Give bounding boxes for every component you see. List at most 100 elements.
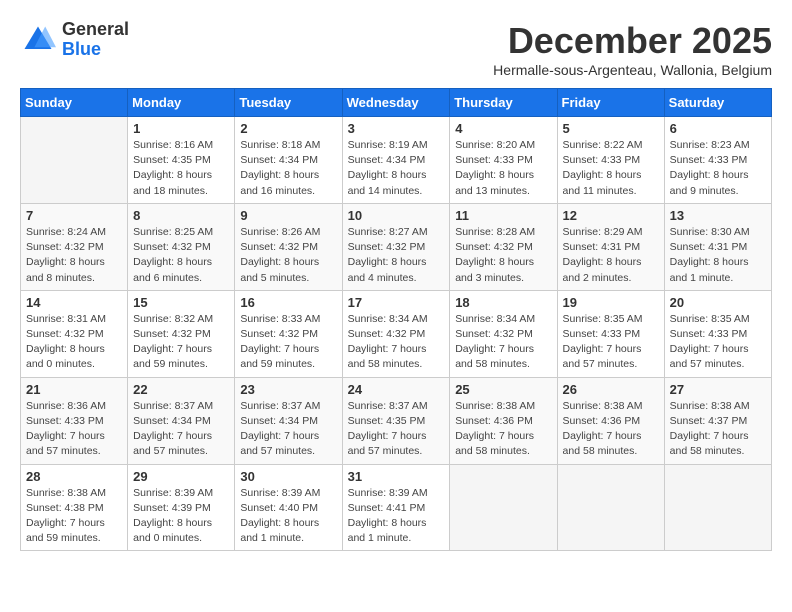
weekday-header-sunday: Sunday [21, 89, 128, 117]
day-number: 30 [240, 469, 336, 484]
calendar-cell: 6 Sunrise: 8:23 AMSunset: 4:33 PMDaylight… [664, 117, 771, 204]
calendar-cell: 17 Sunrise: 8:34 AMSunset: 4:32 PMDayligh… [342, 290, 450, 377]
day-info: Sunrise: 8:22 AMSunset: 4:33 PMDaylight:… [563, 138, 659, 199]
day-number: 6 [670, 121, 766, 136]
logo-general-text: General [62, 20, 129, 40]
calendar-cell: 2Sunrise: 8:18 AMSunset: 4:34 PMDaylight… [235, 117, 342, 204]
calendar-cell: 21 Sunrise: 8:36 AMSunset: 4:33 PMDayligh… [21, 377, 128, 464]
day-info: Sunrise: 8:39 AMSunset: 4:40 PMDaylight:… [240, 486, 336, 547]
calendar-cell: 3 Sunrise: 8:19 AMSunset: 4:34 PMDaylight… [342, 117, 450, 204]
weekday-header-thursday: Thursday [450, 89, 557, 117]
day-number: 31 [348, 469, 445, 484]
day-info: Sunrise: 8:36 AMSunset: 4:33 PMDaylight:… [26, 399, 122, 460]
day-number: 24 [348, 382, 445, 397]
day-number: 21 [26, 382, 122, 397]
calendar-week-4: 21 Sunrise: 8:36 AMSunset: 4:33 PMDayligh… [21, 377, 772, 464]
day-number: 7 [26, 208, 122, 223]
day-number: 25 [455, 382, 551, 397]
day-info: Sunrise: 8:25 AMSunset: 4:32 PMDaylight:… [133, 225, 229, 286]
day-number: 22 [133, 382, 229, 397]
weekday-header-friday: Friday [557, 89, 664, 117]
day-number: 4 [455, 121, 551, 136]
weekday-header-wednesday: Wednesday [342, 89, 450, 117]
calendar-cell: 15Sunrise: 8:32 AMSunset: 4:32 PMDayligh… [128, 290, 235, 377]
calendar-cell: 13Sunrise: 8:30 AMSunset: 4:31 PMDayligh… [664, 203, 771, 290]
logo-icon [20, 22, 56, 58]
calendar-cell: 12Sunrise: 8:29 AMSunset: 4:31 PMDayligh… [557, 203, 664, 290]
day-number: 3 [348, 121, 445, 136]
weekday-header-saturday: Saturday [664, 89, 771, 117]
month-title: December 2025 [493, 20, 772, 62]
calendar-cell: 19Sunrise: 8:35 AMSunset: 4:33 PMDayligh… [557, 290, 664, 377]
calendar-cell [664, 464, 771, 551]
calendar-week-5: 28 Sunrise: 8:38 AMSunset: 4:38 PMDayligh… [21, 464, 772, 551]
logo-text: General Blue [62, 20, 129, 60]
calendar-header: SundayMondayTuesdayWednesdayThursdayFrid… [21, 89, 772, 117]
calendar-cell: 7 Sunrise: 8:24 AMSunset: 4:32 PMDaylight… [21, 203, 128, 290]
day-number: 16 [240, 295, 336, 310]
day-info: Sunrise: 8:37 AMSunset: 4:34 PMDaylight:… [133, 399, 229, 460]
calendar-cell: 9 Sunrise: 8:26 AMSunset: 4:32 PMDaylight… [235, 203, 342, 290]
day-info: Sunrise: 8:33 AMSunset: 4:32 PMDaylight:… [240, 312, 336, 373]
day-info: Sunrise: 8:30 AMSunset: 4:31 PMDaylight:… [670, 225, 766, 286]
day-number: 9 [240, 208, 336, 223]
day-info: Sunrise: 8:27 AMSunset: 4:32 PMDaylight:… [348, 225, 445, 286]
day-number: 1 [133, 121, 229, 136]
calendar-cell: 1 Sunrise: 8:16 AMSunset: 4:35 PMDaylight… [128, 117, 235, 204]
day-number: 5 [563, 121, 659, 136]
calendar-cell: 28 Sunrise: 8:38 AMSunset: 4:38 PMDayligh… [21, 464, 128, 551]
weekday-header-monday: Monday [128, 89, 235, 117]
day-number: 20 [670, 295, 766, 310]
calendar-cell: 22 Sunrise: 8:37 AMSunset: 4:34 PMDayligh… [128, 377, 235, 464]
calendar-cell: 23Sunrise: 8:37 AMSunset: 4:34 PMDayligh… [235, 377, 342, 464]
day-info: Sunrise: 8:34 AMSunset: 4:32 PMDaylight:… [455, 312, 551, 373]
day-info: Sunrise: 8:23 AMSunset: 4:33 PMDaylight:… [670, 138, 766, 199]
calendar-week-3: 14 Sunrise: 8:31 AMSunset: 4:32 PMDayligh… [21, 290, 772, 377]
calendar-cell: 14 Sunrise: 8:31 AMSunset: 4:32 PMDayligh… [21, 290, 128, 377]
calendar-cell: 18 Sunrise: 8:34 AMSunset: 4:32 PMDayligh… [450, 290, 557, 377]
day-number: 11 [455, 208, 551, 223]
day-info: Sunrise: 8:38 AMSunset: 4:36 PMDaylight:… [563, 399, 659, 460]
location-subtitle: Hermalle-sous-Argenteau, Wallonia, Belgi… [493, 62, 772, 78]
calendar-cell [557, 464, 664, 551]
day-number: 18 [455, 295, 551, 310]
day-info: Sunrise: 8:38 AMSunset: 4:38 PMDaylight:… [26, 486, 122, 547]
calendar-cell: 20 Sunrise: 8:35 AMSunset: 4:33 PMDayligh… [664, 290, 771, 377]
day-info: Sunrise: 8:26 AMSunset: 4:32 PMDaylight:… [240, 225, 336, 286]
calendar-cell: 11 Sunrise: 8:28 AMSunset: 4:32 PMDayligh… [450, 203, 557, 290]
day-info: Sunrise: 8:35 AMSunset: 4:33 PMDaylight:… [563, 312, 659, 373]
calendar-cell: 29 Sunrise: 8:39 AMSunset: 4:39 PMDayligh… [128, 464, 235, 551]
calendar-cell: 30 Sunrise: 8:39 AMSunset: 4:40 PMDayligh… [235, 464, 342, 551]
day-info: Sunrise: 8:39 AMSunset: 4:39 PMDaylight:… [133, 486, 229, 547]
day-number: 28 [26, 469, 122, 484]
calendar-cell: 26 Sunrise: 8:38 AMSunset: 4:36 PMDayligh… [557, 377, 664, 464]
calendar-body: 1 Sunrise: 8:16 AMSunset: 4:35 PMDaylight… [21, 117, 772, 551]
day-info: Sunrise: 8:20 AMSunset: 4:33 PMDaylight:… [455, 138, 551, 199]
day-number: 29 [133, 469, 229, 484]
day-number: 23 [240, 382, 336, 397]
day-info: Sunrise: 8:38 AMSunset: 4:36 PMDaylight:… [455, 399, 551, 460]
day-number: 14 [26, 295, 122, 310]
calendar-cell: 4 Sunrise: 8:20 AMSunset: 4:33 PMDaylight… [450, 117, 557, 204]
day-number: 8 [133, 208, 229, 223]
calendar-cell: 31Sunrise: 8:39 AMSunset: 4:41 PMDayligh… [342, 464, 450, 551]
day-number: 17 [348, 295, 445, 310]
weekday-row: SundayMondayTuesdayWednesdayThursdayFrid… [21, 89, 772, 117]
day-number: 27 [670, 382, 766, 397]
page-header: General Blue December 2025 Hermalle-sous… [20, 20, 772, 78]
calendar-cell: 10Sunrise: 8:27 AMSunset: 4:32 PMDayligh… [342, 203, 450, 290]
title-block: December 2025 Hermalle-sous-Argenteau, W… [493, 20, 772, 78]
day-info: Sunrise: 8:31 AMSunset: 4:32 PMDaylight:… [26, 312, 122, 373]
day-info: Sunrise: 8:28 AMSunset: 4:32 PMDaylight:… [455, 225, 551, 286]
day-number: 15 [133, 295, 229, 310]
calendar-cell: 24 Sunrise: 8:37 AMSunset: 4:35 PMDayligh… [342, 377, 450, 464]
day-info: Sunrise: 8:37 AMSunset: 4:35 PMDaylight:… [348, 399, 445, 460]
calendar-cell [450, 464, 557, 551]
day-info: Sunrise: 8:24 AMSunset: 4:32 PMDaylight:… [26, 225, 122, 286]
calendar-cell: 5 Sunrise: 8:22 AMSunset: 4:33 PMDaylight… [557, 117, 664, 204]
day-number: 26 [563, 382, 659, 397]
day-info: Sunrise: 8:16 AMSunset: 4:35 PMDaylight:… [133, 138, 229, 199]
day-info: Sunrise: 8:19 AMSunset: 4:34 PMDaylight:… [348, 138, 445, 199]
day-info: Sunrise: 8:35 AMSunset: 4:33 PMDaylight:… [670, 312, 766, 373]
day-info: Sunrise: 8:34 AMSunset: 4:32 PMDaylight:… [348, 312, 445, 373]
